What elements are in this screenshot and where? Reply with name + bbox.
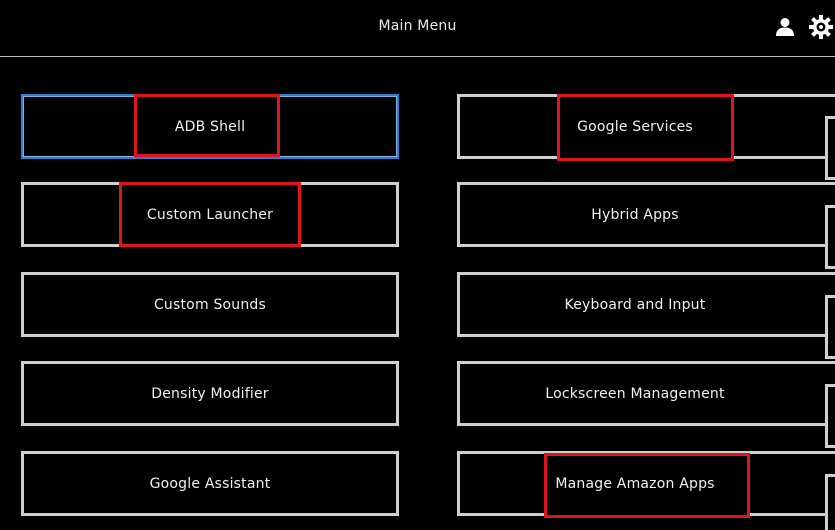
offscreen-menu-item[interactable]	[825, 384, 835, 448]
gear-icon[interactable]	[809, 15, 833, 39]
menu-item-custom-launcher[interactable]: Custom Launcher	[21, 182, 399, 247]
header-divider	[0, 56, 835, 57]
menu-item-lockscreen-management[interactable]: Lockscreen Management	[457, 361, 835, 426]
main-menu-screen: Main Menu ADB Shell Custom Launcher Cust…	[0, 0, 835, 530]
menu-item-label: Hybrid Apps	[591, 206, 679, 223]
offscreen-menu-item[interactable]	[825, 295, 835, 359]
user-icon[interactable]	[776, 17, 794, 37]
menu-item-adb-shell[interactable]: ADB Shell	[21, 94, 399, 159]
header-bar: Main Menu	[0, 0, 835, 57]
menu-item-label: Lockscreen Management	[545, 385, 725, 402]
offscreen-menu-item[interactable]	[825, 205, 835, 269]
page-title: Main Menu	[378, 18, 457, 34]
menu-item-manage-amazon-apps[interactable]: Manage Amazon Apps	[457, 451, 835, 518]
menu-item-custom-sounds[interactable]: Custom Sounds	[21, 272, 399, 337]
menu-item-keyboard-and-input[interactable]: Keyboard and Input	[457, 272, 835, 337]
menu-item-label: Custom Launcher	[146, 206, 274, 223]
offscreen-menu-item[interactable]	[825, 116, 835, 180]
menu-item-label: ADB Shell	[174, 118, 246, 135]
menu-item-label: Keyboard and Input	[564, 296, 706, 313]
menu-item-label: Density Modifier	[151, 385, 269, 402]
menu-item-google-assistant[interactable]: Google Assistant	[21, 451, 399, 516]
offscreen-menu-item[interactable]	[825, 474, 835, 530]
menu-item-hybrid-apps[interactable]: Hybrid Apps	[457, 182, 835, 247]
menu-item-label: Custom Sounds	[153, 296, 267, 313]
menu-item-density-modifier[interactable]: Density Modifier	[21, 361, 399, 426]
menu-item-label: Google Services	[577, 118, 693, 135]
menu-item-label: Google Assistant	[149, 475, 271, 492]
menu-item-google-services[interactable]: Google Services	[457, 94, 835, 161]
menu-item-label: Manage Amazon Apps	[555, 475, 715, 492]
